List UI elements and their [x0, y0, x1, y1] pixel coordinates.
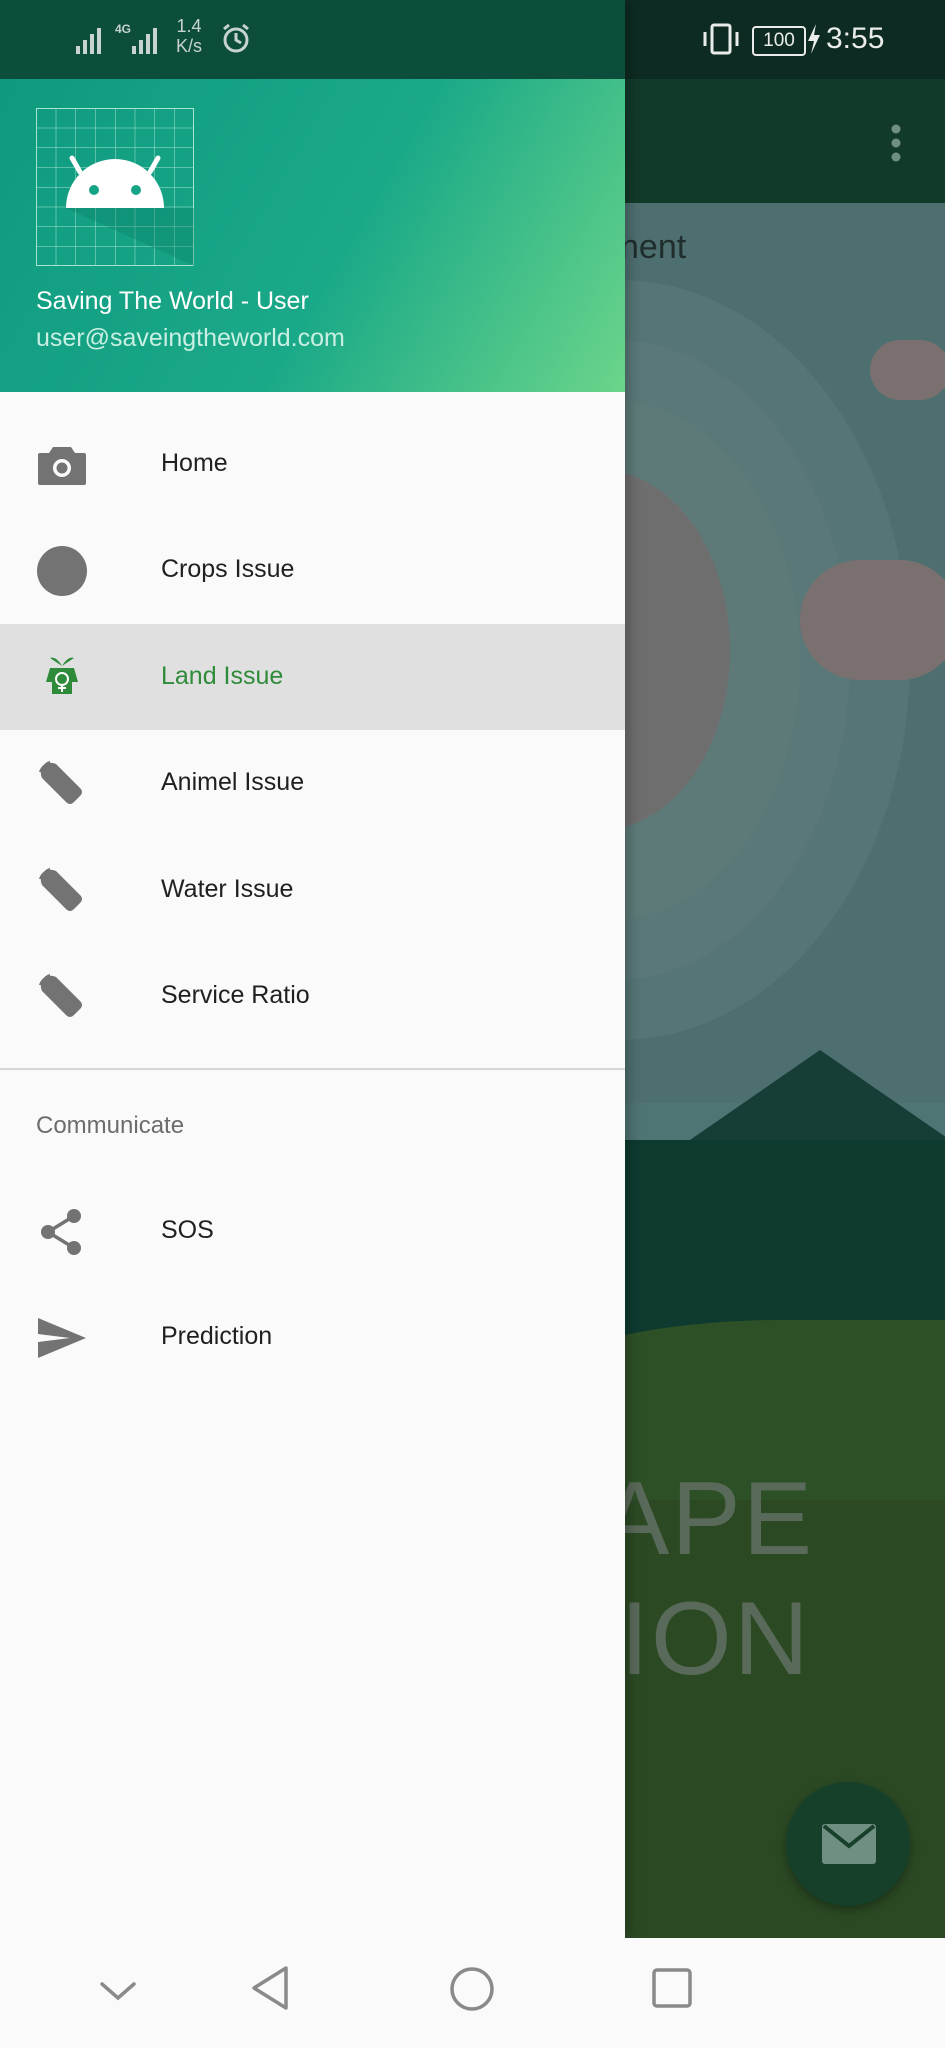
- alarm-icon: [223, 23, 249, 53]
- back-icon[interactable]: [248, 1964, 292, 2012]
- menu-label-land-issue: Land Issue: [161, 662, 284, 690]
- menu-item-water-issue[interactable]: Water Issue: [0, 837, 625, 943]
- menu-label-animel-issue: Animel Issue: [161, 768, 305, 796]
- wrench-icon: [39, 974, 82, 1017]
- menu-item-animel-issue[interactable]: Animel Issue: [0, 730, 625, 836]
- menu-item-land-issue[interactable]: Land Issue: [0, 624, 625, 730]
- background-title-line1: APE: [600, 1461, 815, 1577]
- menu-label-crops-issue: Crops Issue: [161, 555, 295, 583]
- overflow-menu-icon[interactable]: [884, 123, 908, 163]
- user-name: Saving The World - User: [36, 287, 309, 315]
- android-avatar[interactable]: [36, 108, 194, 266]
- vibrate-icon: [703, 23, 739, 55]
- menu-label-service-ratio: Service Ratio: [161, 981, 310, 1009]
- menu-item-home[interactable]: Home: [0, 411, 625, 517]
- section-title-communicate: Communicate: [36, 1112, 185, 1139]
- android-icon: [36, 108, 194, 266]
- menu-divider: [0, 1068, 625, 1070]
- system-nav-bar: [0, 1938, 945, 2048]
- menu-label-prediction: Prediction: [161, 1322, 273, 1350]
- charging-icon: [808, 24, 820, 54]
- net-speed: 1.4 K/s: [176, 16, 203, 56]
- hide-keyboard-icon[interactable]: [98, 1978, 138, 2002]
- wrench-icon: [39, 761, 82, 804]
- menu-item-prediction[interactable]: Prediction: [0, 1284, 625, 1390]
- camera-icon: [38, 447, 86, 485]
- signal-icon-2: [132, 28, 157, 54]
- navigation-drawer: 4G 1.4 K/s Saving The World - User user@…: [0, 0, 625, 1938]
- mail-icon: [822, 1824, 876, 1864]
- menu-item-service-ratio[interactable]: Service Ratio: [0, 943, 625, 1049]
- menu-label-sos: SOS: [161, 1216, 214, 1244]
- recents-icon[interactable]: [650, 1966, 694, 2010]
- land-icon: [46, 657, 78, 694]
- circle-icon: [37, 546, 87, 596]
- share-icon: [41, 1209, 81, 1255]
- menu-item-sos[interactable]: SOS: [0, 1178, 625, 1284]
- menu-item-crops-issue[interactable]: Crops Issue: [0, 517, 625, 623]
- battery-indicator: 100: [752, 26, 806, 56]
- wrench-icon: [39, 868, 82, 911]
- network-type: 4G: [115, 22, 132, 36]
- send-icon: [38, 1318, 86, 1358]
- user-email: user@saveingtheworld.com: [36, 324, 345, 352]
- mail-fab-button[interactable]: [786, 1782, 910, 1906]
- menu-label-water-issue: Water Issue: [161, 875, 294, 903]
- background-header-text: nent: [620, 228, 687, 266]
- status-bar: 4G 1.4 K/s: [0, 0, 625, 79]
- status-time: 3:55: [826, 22, 885, 55]
- signal-icon: [76, 28, 101, 54]
- drawer-header: Saving The World - User user@saveingthew…: [0, 79, 625, 392]
- home-icon[interactable]: [448, 1965, 496, 2013]
- menu-label-home: Home: [161, 449, 228, 477]
- background-title-line2: ION: [620, 1581, 811, 1697]
